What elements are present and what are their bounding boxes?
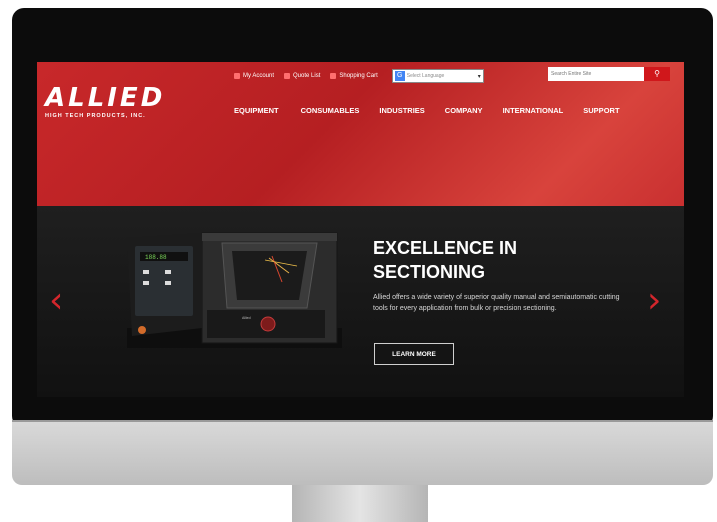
site-search: ⚲: [548, 67, 674, 81]
nav-item-support[interactable]: SUPPORT: [583, 106, 619, 115]
allied-logo[interactable]: ALLIED HIGH TECH PRODUCTS, INC.: [45, 85, 195, 119]
hero-title-line-2: SECTIONING: [373, 262, 486, 282]
quote-list-label: Quote List: [293, 73, 321, 79]
quote-list-icon: [284, 73, 291, 79]
quote-list-link[interactable]: Quote List: [284, 73, 320, 79]
nav-item-industries[interactable]: INDUSTRIES: [379, 106, 424, 115]
logo-tagline: HIGH TECH PRODUCTS, INC.: [45, 113, 146, 119]
top-utility-bar: My Account Quote List Shopping Cart G Se…: [234, 68, 484, 84]
hero-title-line-1: EXCELLENCE IN: [373, 238, 518, 258]
website-screen: ALLIED HIGH TECH PRODUCTS, INC. My Accou…: [37, 62, 684, 397]
my-account-label: My Account: [243, 73, 275, 79]
svg-text:188.88: 188.88: [145, 254, 167, 261]
monitor-stand: [292, 485, 428, 522]
main-nav: EQUIPMENT CONSUMABLES INDUSTRIES COMPANY…: [234, 106, 620, 115]
nav-item-equipment[interactable]: EQUIPMENT: [234, 106, 279, 115]
chevron-left-icon[interactable]: ‹: [49, 283, 63, 319]
language-select[interactable]: G Select Language ▾: [391, 69, 484, 83]
chevron-down-icon: ▾: [477, 73, 481, 80]
account-icon: [234, 73, 240, 79]
search-input[interactable]: [548, 67, 644, 81]
logo-word: ALLIED: [45, 83, 166, 113]
svg-text:Allied: Allied: [242, 316, 251, 320]
nav-item-consumables[interactable]: CONSUMABLES: [301, 106, 360, 115]
cutting-machine-image: Allied 188.88: [127, 232, 342, 348]
google-translate-icon: G: [394, 71, 405, 81]
hero-description: Allied offers a wide variety of superior…: [373, 294, 620, 312]
nav-item-international[interactable]: INTERNATIONAL: [503, 106, 564, 115]
search-icon: ⚲: [654, 69, 660, 78]
monitor-chin: [12, 422, 713, 485]
language-select-label: Select Language: [406, 73, 445, 79]
search-button[interactable]: ⚲: [644, 67, 670, 81]
learn-more-button[interactable]: LEARN MORE: [374, 343, 454, 365]
nav-item-company[interactable]: COMPANY: [445, 106, 483, 115]
shopping-cart-label: Shopping Cart: [339, 73, 378, 79]
my-account-link[interactable]: My Account: [234, 73, 274, 79]
shopping-cart-link[interactable]: Shopping Cart: [330, 73, 378, 79]
hero-title: EXCELLENCE IN SECTIONING: [373, 236, 573, 284]
chevron-right-icon[interactable]: ›: [647, 283, 661, 319]
cart-icon: [330, 73, 337, 79]
